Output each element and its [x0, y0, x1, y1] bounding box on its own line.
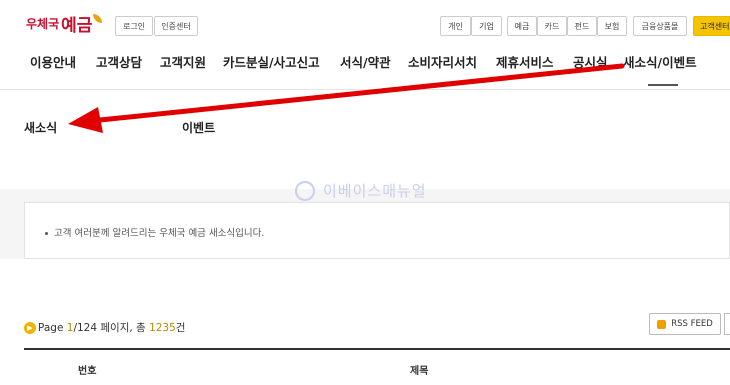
annotation-arrow: [68, 63, 625, 133]
annotation-arrow-head: [68, 107, 103, 133]
annotation-arrow-shaft: [97, 63, 625, 123]
